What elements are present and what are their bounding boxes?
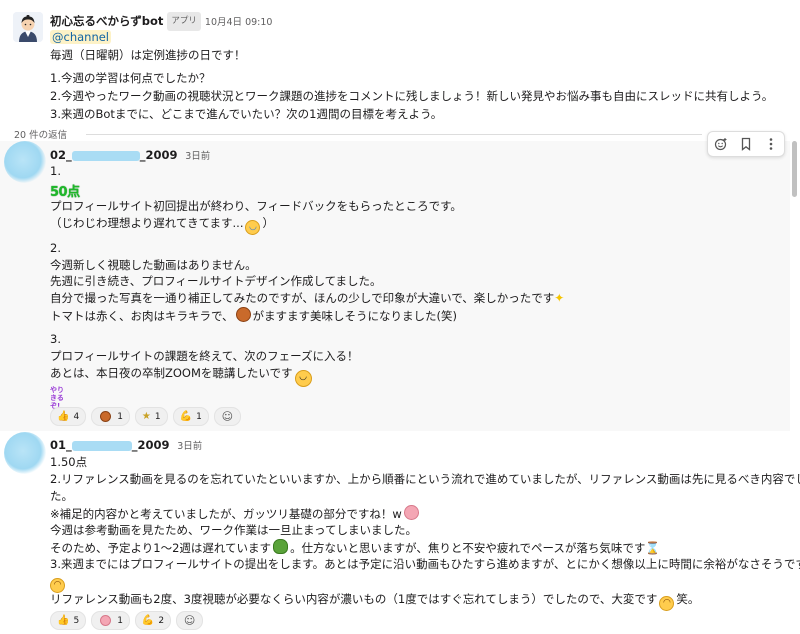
hamburger-icon	[100, 411, 112, 422]
flexed-biceps-icon: 💪	[179, 411, 193, 422]
message-actions-toolbar	[707, 131, 785, 157]
redacted-name-blur	[71, 150, 140, 161]
tired-face-emoji-icon: ◠	[659, 596, 675, 611]
add-reaction-icon: ☺	[221, 410, 234, 423]
brain-icon	[100, 615, 112, 626]
reply-line: あとは、本日夜の卒制ZOOMを聴講したいです ◡	[50, 365, 314, 387]
reply-line: 自分で撮った写真を一通り補正してみたのですが、ほんの少しで印象が大違いで、楽しか…	[50, 291, 565, 305]
flexed-biceps-icon: 💪	[141, 615, 155, 626]
sparkles-emoji-icon: ✦	[554, 291, 565, 305]
reply-timestamp[interactable]: 3日前	[185, 151, 210, 162]
more-icon[interactable]	[761, 134, 781, 154]
reply-line: プロフィールサイト初回提出が終わり、フィードバックをもらったところです。	[50, 199, 462, 213]
reaction-bar: 👍 4 1 ★ 1 💪 1 ☺	[50, 407, 241, 426]
reply-line: 先週に引き続き、プロフィールサイトデザイン作成してました。	[50, 274, 382, 288]
reply-line: 3.来週までにはプロフィールサイトの提出をします。あとは予定に沿い動画もひたすら…	[50, 557, 800, 571]
bot-name[interactable]: 初心忘るべからずbot	[50, 14, 163, 28]
hourglass-emoji-icon: ⌛	[645, 541, 661, 555]
emoji-add-icon[interactable]	[711, 134, 731, 154]
add-reaction-button[interactable]: ☺	[213, 407, 241, 426]
reply-header: 02_ _2009 3日前	[50, 147, 210, 165]
thumbs-up-icon: 👍	[57, 615, 70, 626]
reply-timestamp[interactable]: 3日前	[177, 441, 202, 452]
reply-line: そのため、予定より1〜2週は遅れています 。仕方ないと思いますが、焦りと不安や疲れ…	[50, 539, 661, 555]
reaction-hamburger[interactable]: 1	[91, 407, 130, 426]
reply-line: トマトは赤く、お肉はキラキラで、 がますます美味しそうになりました(笑)	[50, 307, 458, 323]
channel-mention[interactable]: @channel	[50, 30, 112, 44]
bot-message-line: 2.今週やったワーク動画の視聴状況とワーク課題の進捗をコメントに残しましょう！新…	[50, 89, 774, 103]
bot-message-line: 毎週（日曜朝）は定例進捗の日です！	[50, 48, 246, 62]
reply-line: 1.	[50, 164, 61, 178]
bot-message-line: 1.今週の学習は何点でしたか？	[50, 71, 211, 85]
reply-line: 3.	[50, 332, 61, 346]
reply-line: ※補足的内容かと考えていましたが、ガッツリ基礎の部分ですね！w	[50, 505, 421, 523]
reply-line: プロフィールサイトの課題を終えて、次のフェーズに入る！	[50, 349, 359, 363]
hamburger-emoji-icon	[235, 307, 251, 322]
message-timestamp[interactable]: 10月4日 09:10	[205, 17, 273, 28]
reaction-star[interactable]: ★ 1	[134, 407, 168, 426]
app-badge: アプリ	[167, 12, 201, 31]
reply-line: 今週新しく視聴した動画はありません。	[50, 258, 257, 272]
add-reaction-button[interactable]: ☺	[176, 611, 204, 630]
reaction-thumbs-up[interactable]: 👍 4	[50, 407, 87, 426]
brain-emoji-icon	[403, 505, 419, 520]
reply-line: 1.50点	[50, 455, 88, 469]
reply-line: リファレンス動画も2度、3度視聴が必要なくらい内容が濃いもの（1度ではすぐ忘れて…	[50, 591, 699, 611]
reaction-brain[interactable]: 1	[91, 611, 130, 630]
user-avatar[interactable]	[4, 141, 46, 183]
turtle-emoji-icon	[273, 539, 289, 554]
user-avatar[interactable]	[4, 432, 46, 474]
star-icon: ★	[141, 411, 151, 422]
channel-mention-line: @channel	[50, 29, 112, 46]
scrollbar[interactable]	[792, 141, 797, 197]
reply-line: た。	[50, 489, 73, 503]
reply-line: 今週は参考動画を見たため、ワーク作業は一旦止まってしまいました。	[50, 523, 417, 537]
bot-message-line: 3.来週のBotまでに、どこまで進んでいたい？次の1週間の目標を考えよう。	[50, 107, 443, 121]
reply-line: ◠	[50, 573, 67, 593]
reaction-flexed-biceps[interactable]: 💪 2	[134, 611, 172, 630]
add-reaction-icon: ☺	[183, 614, 196, 627]
user-name[interactable]: 01_ _2009	[50, 438, 170, 452]
redacted-name-blur	[71, 440, 132, 451]
bookmark-icon[interactable]	[736, 134, 756, 154]
thumbs-up-icon: 👍	[57, 411, 70, 422]
grinning-face-emoji-icon: ◡	[294, 370, 312, 387]
reaction-thumbs-up[interactable]: 👍 5	[50, 611, 87, 630]
thread-divider	[86, 134, 702, 135]
reply-line: 2.	[50, 241, 61, 255]
reply-count: 20 件の返信	[14, 130, 68, 141]
bot-avatar[interactable]	[13, 12, 43, 42]
reply-line: 2.リファレンス動画を見るのを忘れていたといいますか、上から順番にという流れで進…	[50, 472, 800, 486]
reply-header: 01_ _2009 3日前	[50, 437, 202, 455]
sweat-face-emoji-icon: ◡	[245, 220, 261, 235]
reply-line: （じわじわ理想より遅れてきてます... ◡）	[50, 215, 274, 235]
reaction-bar: 👍 5 1 💪 2 ☺	[50, 611, 204, 630]
reaction-flexed-biceps[interactable]: 💪 1	[172, 407, 209, 426]
user-name[interactable]: 02_ _2009	[50, 148, 178, 162]
